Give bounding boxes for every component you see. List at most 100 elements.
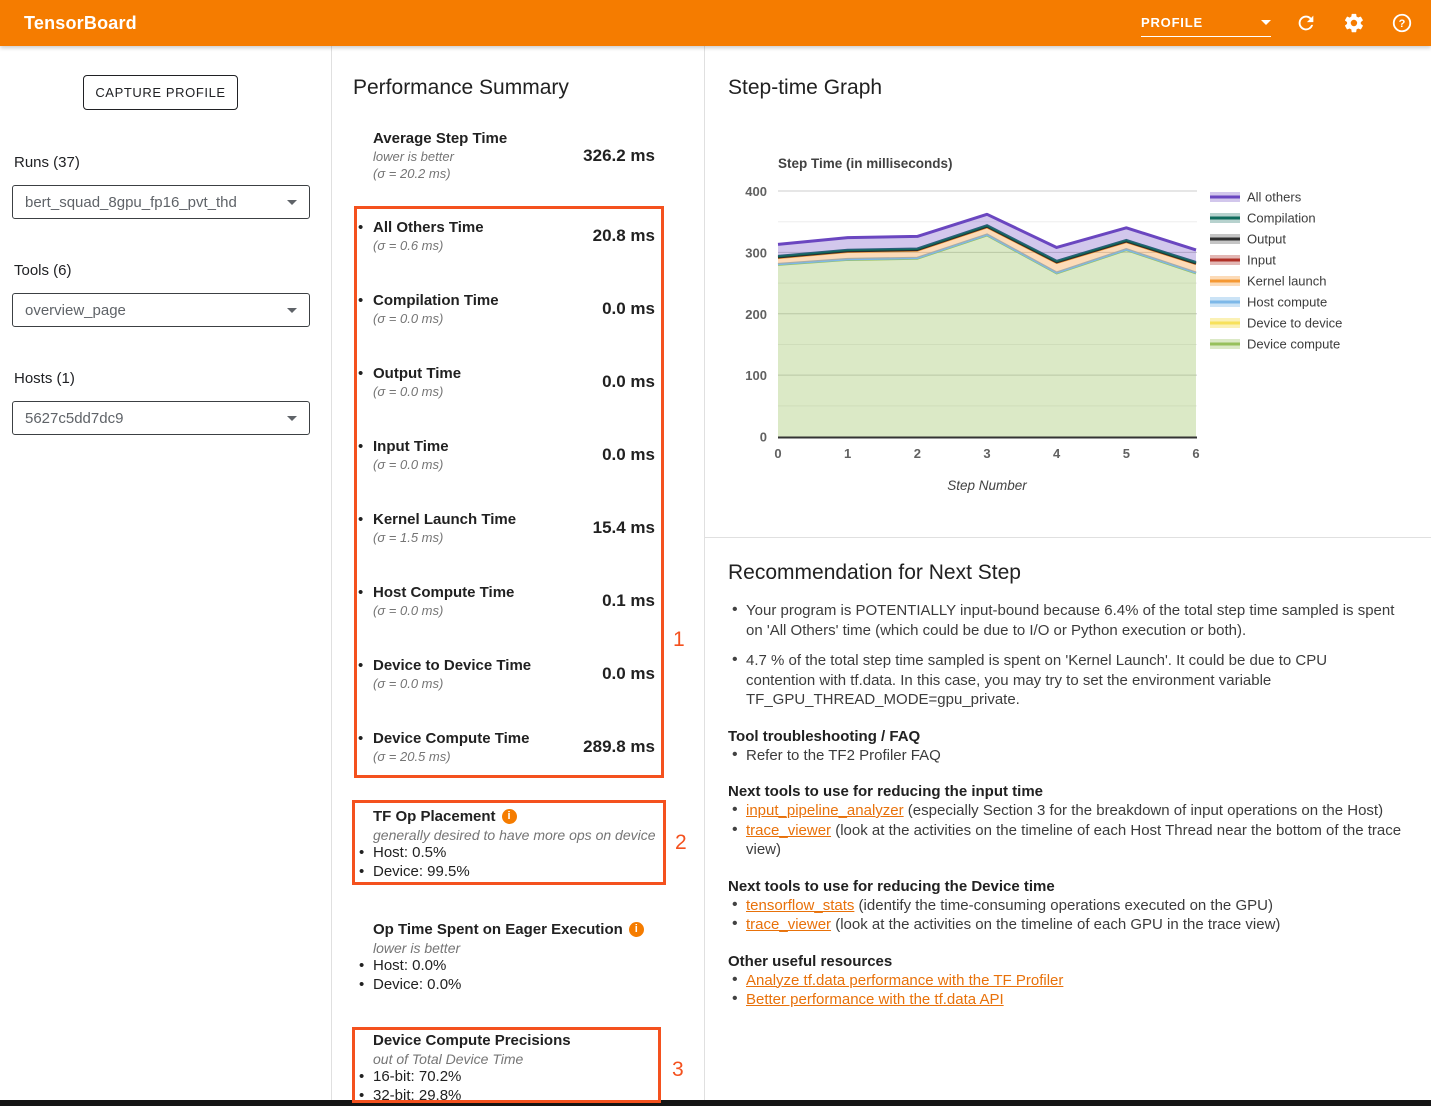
y-tick-label: 300 [745,245,767,260]
metric-sigma: (σ = 20.2 ms) [373,165,507,182]
recommendation-heading: Other useful resources [728,952,1418,971]
block-subtitle: out of Total Device Time [373,1050,673,1068]
recommendation-link[interactable]: Better performance with the tf.data API [746,991,1004,1008]
metric-value: 326.2 ms [583,130,655,166]
dashboard-select-value: PROFILE [1141,15,1203,30]
recommendation-bullet: •Your program is POTENTIALLY input-bound… [728,601,1400,640]
legend-swatch-line [1210,238,1240,241]
bullet: • [358,365,373,400]
help-icon[interactable]: ? [1389,10,1415,36]
y-tick-label: 200 [745,307,767,322]
info-icon[interactable]: i [502,809,517,824]
recommendation-link[interactable]: tensorflow_stats [746,897,854,914]
x-tick-label: 2 [914,446,921,461]
metric-row: •Device Compute Time(σ = 20.5 ms)289.8 m… [353,730,655,803]
step-time-chart-svg: Step Time (in milliseconds)0100200300400… [705,46,1431,516]
x-tick-label: 0 [774,446,781,461]
chevron-down-icon [287,416,297,421]
block-item: •Device: 99.5% [353,863,673,882]
legend-swatch-line [1210,343,1240,346]
block-item: •Device: 0.0% [353,976,673,995]
metric-sigma: (σ = 0.0 ms) [373,383,461,400]
recommendation-link[interactable]: Analyze tf.data performance with the TF … [746,972,1063,989]
block-item: •Host: 0.0% [353,957,673,976]
tools-select-value: overview_page [25,302,126,319]
recommendation-item: •Better performance with the tf.data API [728,990,1418,1010]
refresh-icon[interactable] [1293,10,1319,36]
recommendation-section: Recommendation for Next Step •Your progr… [728,561,1418,1010]
chart-title: Step Time (in milliseconds) [778,156,953,171]
recommendation-item: •trace_viewer (look at the activities on… [728,915,1418,935]
metric-list: •All Others Time(σ = 0.6 ms)20.8 ms•Comp… [353,219,655,803]
tf-op-placement-block: TF Op Placementigenerally desired to hav… [353,807,673,881]
app-bar: TensorBoard PROFILE ? [0,0,1431,46]
metric-title: Host Compute Time [373,584,514,602]
svg-text:?: ? [1399,18,1406,30]
metric-sigma: (σ = 20.5 ms) [373,748,529,765]
x-tick-label: 5 [1123,446,1130,461]
recommendation-link[interactable]: trace_viewer [746,822,831,839]
app-title: TensorBoard [24,13,137,34]
metric-value: 0.0 ms [602,292,655,319]
recommendation-bullets: •Your program is POTENTIALLY input-bound… [728,601,1418,710]
block-item: •Host: 0.5% [353,844,673,863]
tools-select[interactable]: overview_page [12,293,310,327]
legend-swatch-line [1210,196,1240,199]
metric-row: •Kernel Launch Time(σ = 1.5 ms)15.4 ms [353,511,655,584]
compute-precisions-block: Device Compute Precisionsout of Total De… [353,1031,673,1105]
x-tick-label: 1 [844,446,851,461]
metric-sigma: (σ = 0.0 ms) [373,602,514,619]
metric-row: •Compilation Time(σ = 0.0 ms)0.0 ms [353,292,655,365]
x-tick-label: 6 [1192,446,1199,461]
metric-row: •All Others Time(σ = 0.6 ms)20.8 ms [353,219,655,292]
area-device-compute [778,235,1196,436]
block-title: Device Compute Precisions [373,1031,673,1050]
legend-swatch-line [1210,259,1240,262]
recommendation-link[interactable]: trace_viewer [746,916,831,933]
metric-subtitle: lower is better [373,148,507,165]
annotation-label-2: 2 [675,831,687,855]
metric-value: 0.0 ms [602,657,655,684]
metric-value: 0.0 ms [602,365,655,392]
metric-row: •Host Compute Time(σ = 0.0 ms)0.1 ms [353,584,655,657]
bullet: • [358,511,373,546]
metric-title: Input Time [373,438,449,456]
y-tick-label: 400 [745,184,767,199]
legend-label: All others [1247,190,1302,205]
recommendation-item: •tensorflow_stats (identify the time-con… [728,896,1418,916]
tools-label: Tools (6) [14,262,72,279]
metric-title: Average Step Time [373,130,507,148]
block-subtitle: lower is better [373,939,673,957]
runs-select[interactable]: bert_squad_8gpu_fp16_pvt_thd [12,185,310,219]
metric-title: Device to Device Time [373,657,531,675]
capture-profile-button[interactable]: CAPTURE PROFILE [83,75,238,110]
metric-row: •Output Time(σ = 0.0 ms)0.0 ms [353,365,655,438]
dashboard-select[interactable]: PROFILE [1141,9,1271,37]
recommendation-item: •Analyze tf.data performance with the TF… [728,971,1418,991]
bullet: • [358,584,373,619]
hosts-label: Hosts (1) [14,370,75,387]
step-time-chart: Step Time (in milliseconds)0100200300400… [705,46,1431,516]
block-subtitle: generally desired to have more ops on de… [373,826,673,844]
settings-gear-icon[interactable] [1341,10,1367,36]
bottom-edge-strip [0,1100,1431,1106]
metric-title: Compilation Time [373,292,499,310]
legend-swatch-line [1210,217,1240,220]
info-icon[interactable]: i [629,922,644,937]
metric-value: 289.8 ms [583,730,655,757]
recommendation-item: •input_pipeline_analyzer (especially Sec… [728,801,1418,821]
recommendation-link[interactable]: input_pipeline_analyzer [746,802,904,819]
bullet: • [358,292,373,327]
recommendation-heading: Tool troubleshooting / FAQ [728,727,1418,746]
hosts-select[interactable]: 5627c5dd7dc9 [12,401,310,435]
metric-row: •Input Time(σ = 0.0 ms)0.0 ms [353,438,655,511]
legend-swatch-line [1210,322,1240,325]
legend-swatch-line [1210,301,1240,304]
sidebar: CAPTURE PROFILE Runs (37) bert_squad_8gp… [0,46,332,1100]
runs-label: Runs (37) [14,154,80,171]
metric-value: 20.8 ms [593,219,655,246]
metric-sigma: (σ = 0.0 ms) [373,675,531,692]
x-axis-title: Step Number [947,478,1027,493]
metric-value: 15.4 ms [593,511,655,538]
recommendation-item: •Refer to the TF2 Profiler FAQ [728,746,1418,766]
